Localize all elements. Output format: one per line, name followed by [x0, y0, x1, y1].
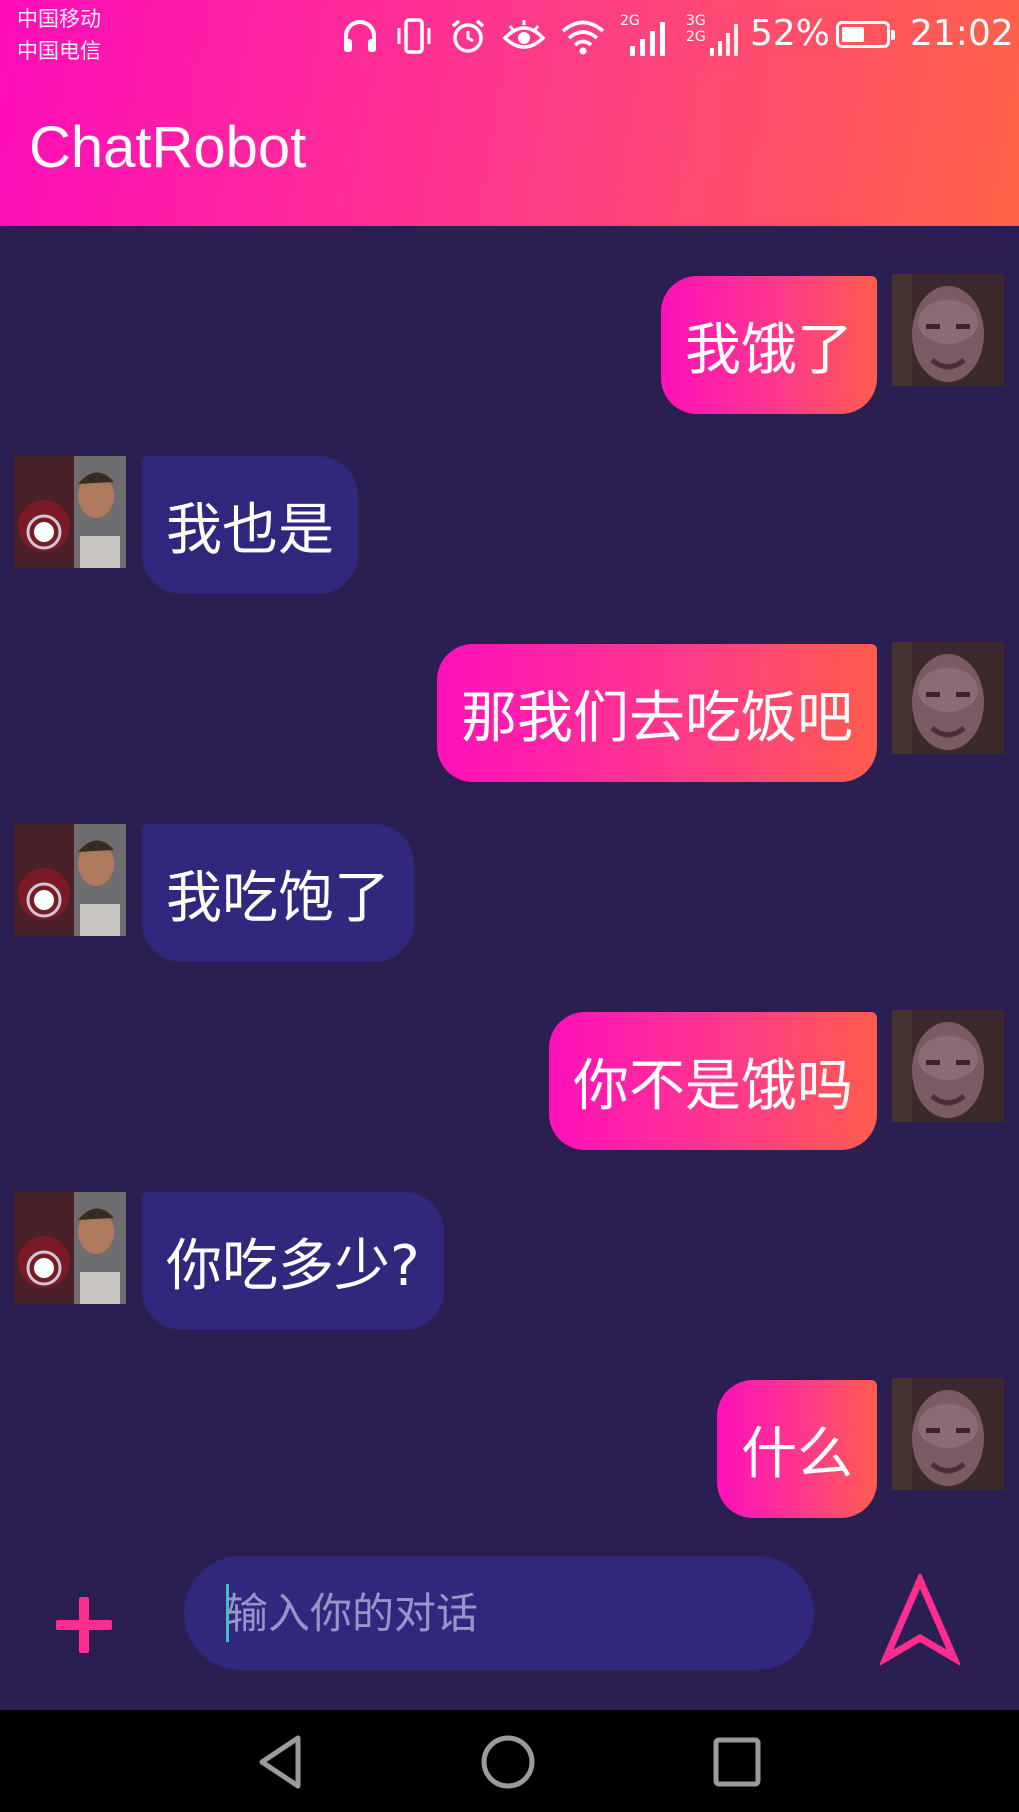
recent-apps-button[interactable]	[706, 1732, 770, 1792]
add-attachment-button[interactable]	[48, 1588, 120, 1660]
message-row-outgoing: 那我们去吃饭吧	[0, 642, 1019, 782]
battery-percent: 52%	[750, 13, 831, 54]
recent-apps-icon	[713, 1737, 761, 1787]
message-row-outgoing: 什么	[0, 1378, 1019, 1518]
message-bubble-outgoing[interactable]: 什么	[717, 1380, 877, 1518]
status-icons: 2G 3G 2G	[340, 8, 756, 64]
svg-text:3G: 3G	[686, 13, 706, 29]
svg-text:2G: 2G	[620, 13, 640, 29]
home-button[interactable]	[476, 1732, 540, 1792]
text-cursor	[226, 1584, 229, 1642]
battery-icon	[836, 21, 895, 48]
send-button[interactable]	[878, 1571, 962, 1667]
back-icon	[259, 1735, 301, 1789]
message-row-incoming: 我吃饱了	[0, 824, 1019, 964]
app-title: ChatRobot	[29, 115, 307, 180]
message-bubble-incoming[interactable]: 你吃多少?	[142, 1192, 444, 1330]
status-bar: 中国移动 中国电信 2G 3G 2G 52% 21:02	[0, 0, 1019, 70]
back-button[interactable]	[252, 1732, 316, 1792]
user-avatar[interactable]	[892, 1378, 1004, 1490]
message-bubble-outgoing[interactable]: 你不是饿吗	[549, 1012, 877, 1150]
message-bubble-incoming[interactable]: 我吃饱了	[142, 824, 414, 962]
message-row-outgoing: 你不是饿吗	[0, 1010, 1019, 1150]
message-bubble-outgoing[interactable]: 那我们去吃饭吧	[437, 644, 877, 782]
carrier-secondary: 中国电信	[17, 39, 101, 63]
battery-level	[842, 27, 864, 42]
status-time: 21:02	[910, 13, 1014, 54]
bot-avatar[interactable]	[14, 1192, 126, 1304]
home-icon	[481, 1735, 535, 1789]
alarm-icon	[451, 19, 485, 53]
signal-icon: 2G	[620, 13, 665, 56]
message-bubble-outgoing[interactable]: 我饿了	[661, 276, 877, 414]
chat-screen: 中国移动 中国电信 2G 3G 2G 52% 21:02 ChatRobot 我…	[0, 0, 1019, 1812]
user-avatar[interactable]	[892, 274, 1004, 386]
signal-icon: 3G 2G	[686, 13, 738, 56]
bot-avatar[interactable]	[14, 824, 126, 936]
user-avatar[interactable]	[892, 1010, 1004, 1122]
message-input[interactable]	[184, 1556, 814, 1670]
input-bar	[0, 1536, 1019, 1710]
message-row-outgoing: 我饿了	[0, 274, 1019, 414]
svg-text:2G: 2G	[686, 29, 706, 45]
message-list[interactable]: 我饿了 我也是 那我们去吃饭吧 我吃饱了 你不是饿吗 你吃多少? 什么	[0, 226, 1019, 1536]
eye-icon	[502, 20, 546, 49]
send-icon	[878, 1571, 962, 1667]
vibrate-icon	[397, 18, 431, 54]
message-row-incoming: 我也是	[0, 456, 1019, 596]
headphones-icon	[344, 20, 376, 52]
message-row-incoming: 你吃多少?	[0, 1192, 1019, 1332]
message-bubble-incoming[interactable]: 我也是	[142, 456, 358, 594]
wifi-icon	[561, 20, 605, 55]
navigation-bar	[0, 1710, 1019, 1812]
carrier-primary: 中国移动	[17, 7, 101, 31]
user-avatar[interactable]	[892, 642, 1004, 754]
bot-avatar[interactable]	[14, 456, 126, 568]
app-header: 中国移动 中国电信 2G 3G 2G 52% 21:02 ChatRobot	[0, 0, 1019, 226]
